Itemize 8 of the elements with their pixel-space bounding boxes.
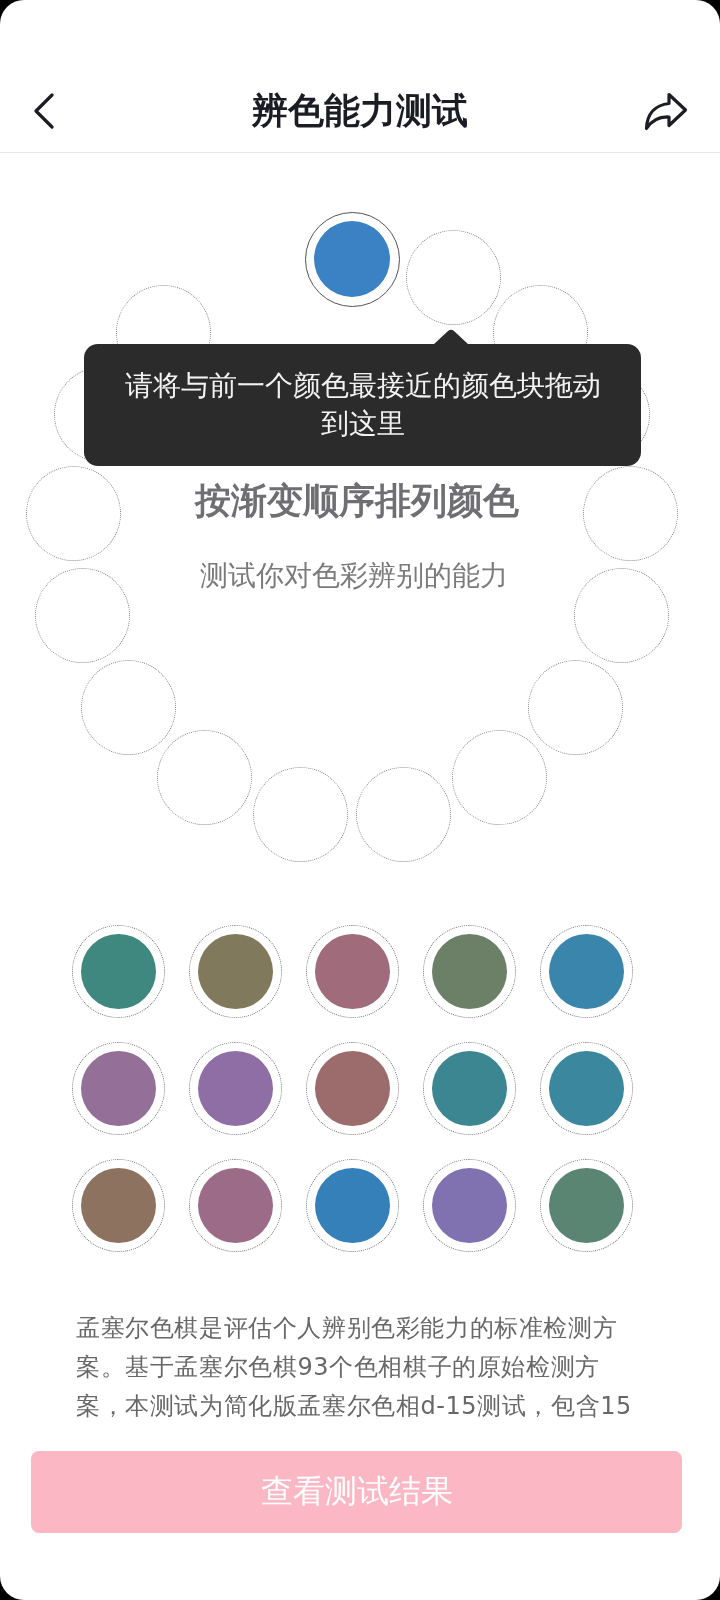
back-icon[interactable]	[33, 93, 55, 129]
description-text: 孟塞尔色棋是评估个人辨别色彩能力的标准检测方案。基于孟塞尔色棋93个色相棋子的原始检测方案，本测试为简化版孟塞尔色相d-15测试，包含15	[76, 1313, 633, 1422]
instruction-title: 按渐变顺序排列颜色	[195, 479, 520, 523]
color-swatch-icon[interactable]	[314, 221, 390, 297]
page-title: 辨色能力测试	[252, 89, 468, 133]
instruction-subtitle: 测试你对色彩辨别的能力	[200, 559, 509, 593]
share-icon[interactable]	[644, 91, 688, 131]
tooltip: 请将与前一个颜色最接近的颜色块拖动到这里	[84, 344, 641, 466]
